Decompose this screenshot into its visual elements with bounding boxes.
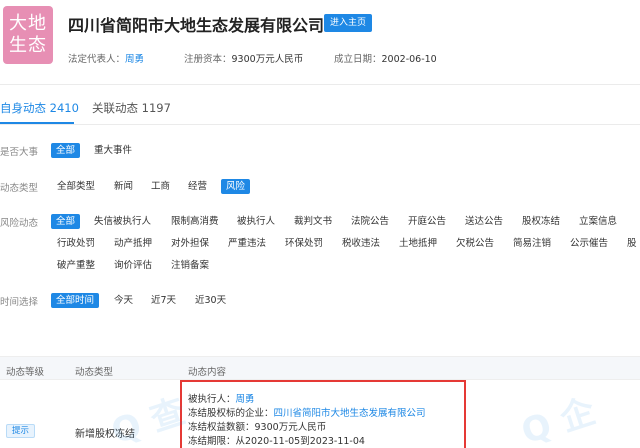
risk-chattel-mortgage[interactable]: 动产抵押 <box>114 236 152 251</box>
founded-label: 成立日期： <box>334 54 382 65</box>
registered-capital: 注册资本：9300万元人民币 <box>184 51 303 65</box>
risk-land-mortgage[interactable]: 土地抵押 <box>399 236 437 251</box>
risk-public-notice[interactable]: 公示催告 <box>570 236 608 251</box>
risk-equity-freeze[interactable]: 股权冻结 <box>522 214 560 229</box>
time-7days[interactable]: 近7天 <box>151 293 176 308</box>
th-type: 动态类型 <box>75 367 114 378</box>
period-value: 从2020-11-05到2023-11-04 <box>235 436 365 447</box>
executee-label: 被执行人： <box>188 394 236 405</box>
amount-label: 冻结权益数额： <box>188 422 255 433</box>
risk-executee[interactable]: 被执行人 <box>237 214 275 229</box>
target-label: 冻结股权标的企业： <box>188 408 274 419</box>
founded-value: 2002-06-10 <box>381 54 437 65</box>
dynamic-type: 新增股权冻结 <box>75 429 135 440</box>
risk-all[interactable]: 全部 <box>51 214 81 229</box>
logo-text-line1: 大地 <box>9 13 47 34</box>
watermark-right: Q 企 <box>516 391 601 448</box>
time-today[interactable]: 今天 <box>114 293 133 308</box>
th-level: 动态等级 <box>6 367 45 378</box>
founded-date: 成立日期：2002-06-10 <box>334 51 437 65</box>
filter-major-important[interactable]: 重大事件 <box>94 143 132 158</box>
filter-type-label: 动态类型 <box>0 183 39 194</box>
tab-related-dynamics[interactable]: 关联动态 1197 <box>92 100 171 116</box>
risk-simple-deregistration[interactable]: 简易注销 <box>513 236 551 251</box>
risk-tax-violation[interactable]: 税收违法 <box>342 236 380 251</box>
risk-consumption-limit[interactable]: 限制高消费 <box>171 214 219 229</box>
capital-label: 注册资本： <box>184 54 232 65</box>
risk-external-guarantee[interactable]: 对外担保 <box>171 236 209 251</box>
filter-risk-label: 风险动态 <box>0 218 39 229</box>
company-logo: 大地 生态 <box>3 6 53 64</box>
risk-bankruptcy[interactable]: 破产重整 <box>57 258 95 273</box>
risk-serious-violation[interactable]: 严重违法 <box>228 236 266 251</box>
tabs-divider <box>0 124 640 125</box>
risk-court-notice[interactable]: 法院公告 <box>351 214 389 229</box>
capital-value: 9300万元人民币 <box>231 54 304 65</box>
header-divider <box>0 84 640 85</box>
executee-link[interactable]: 周勇 <box>236 394 255 405</box>
risk-judgment[interactable]: 裁判文书 <box>294 214 332 229</box>
tab-self-dynamics[interactable]: 自身动态 2410 <box>0 100 79 116</box>
filter-time-label: 时间选择 <box>0 297 39 308</box>
risk-hearing-notice[interactable]: 开庭公告 <box>408 214 446 229</box>
risk-admin-penalty[interactable]: 行政处罚 <box>57 236 95 251</box>
filter-major-label: 是否大事 <box>0 147 39 158</box>
legal-representative: 法定代表人：周勇 <box>68 51 144 65</box>
legal-rep-link[interactable]: 周勇 <box>125 54 144 65</box>
detail-amount: 冻结权益数额：9300万元人民币 <box>188 419 326 433</box>
amount-value: 9300万元人民币 <box>254 422 327 433</box>
risk-dishonest[interactable]: 失信被执行人 <box>94 214 151 229</box>
legal-rep-label: 法定代表人： <box>68 54 126 65</box>
period-label: 冻结期限： <box>188 436 236 447</box>
risk-service-notice[interactable]: 送达公告 <box>465 214 503 229</box>
detail-executee: 被执行人：周勇 <box>188 391 255 405</box>
level-badge: 提示 <box>6 424 36 438</box>
risk-case-filing[interactable]: 立案信息 <box>579 214 617 229</box>
filter-major-all[interactable]: 全部 <box>51 143 81 158</box>
filter-type-business[interactable]: 工商 <box>151 179 170 194</box>
detail-target: 冻结股权标的企业：四川省简阳市大地生态发展有限公司 <box>188 405 426 419</box>
risk-price-evaluation[interactable]: 询价评估 <box>114 258 152 273</box>
filter-type-news[interactable]: 新闻 <box>114 179 133 194</box>
enter-home-button[interactable]: 进入主页 <box>324 14 373 32</box>
time-all[interactable]: 全部时间 <box>51 293 100 308</box>
filter-type-risk[interactable]: 风险 <box>221 179 251 194</box>
risk-deregistration-filing[interactable]: 注销备案 <box>171 258 209 273</box>
detail-period: 冻结期限：从2020-11-05到2023-11-04 <box>188 433 365 447</box>
filter-type-operation[interactable]: 经营 <box>188 179 207 194</box>
filter-type-all[interactable]: 全部类型 <box>57 179 95 194</box>
logo-text-line2: 生态 <box>9 35 47 56</box>
time-30days[interactable]: 近30天 <box>195 293 226 308</box>
company-name: 四川省简阳市大地生态发展有限公司 <box>68 16 325 35</box>
risk-tax-arrears[interactable]: 欠税公告 <box>456 236 494 251</box>
th-content: 动态内容 <box>188 367 227 378</box>
target-company-link[interactable]: 四川省简阳市大地生态发展有限公司 <box>274 408 426 419</box>
risk-env-penalty[interactable]: 环保处罚 <box>285 236 323 251</box>
risk-equity-more[interactable]: 股 <box>627 236 637 251</box>
